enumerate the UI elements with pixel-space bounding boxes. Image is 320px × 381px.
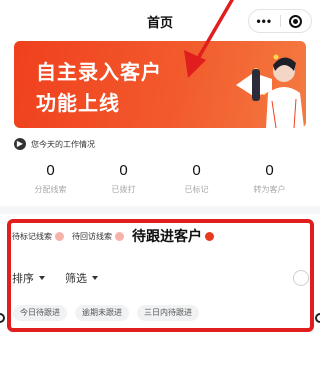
- sort-label: 排序: [12, 273, 34, 285]
- stat-label: 分配线索: [34, 185, 67, 194]
- megaphone-illustration: [236, 54, 304, 128]
- stat-value: 0: [265, 162, 274, 179]
- promo-banner[interactable]: 自主录入客户 功能上线: [14, 41, 306, 128]
- summary-icon: ▶: [14, 138, 26, 150]
- stat-dialed[interactable]: 0 已拨打: [87, 162, 160, 195]
- scroll-handle-left-icon[interactable]: [0, 313, 5, 323]
- work-summary-title: 您今天的工作情况: [31, 139, 95, 149]
- filter-label: 筛选: [65, 273, 87, 285]
- stat-value: 0: [46, 162, 55, 179]
- tab-label: 待标记线索: [12, 231, 52, 241]
- badge-dot-icon: [205, 231, 214, 241]
- stat-label: 转为客户: [253, 185, 286, 194]
- stat-marked[interactable]: 0 已标记: [160, 162, 233, 195]
- chip-overdue-follow-up[interactable]: 逾期未跟进: [75, 305, 129, 321]
- badge-dot-icon: [115, 231, 124, 241]
- stat-value: 0: [192, 162, 201, 179]
- tab-label-active: 待跟进客户: [132, 228, 202, 244]
- tab-pending-revisit-leads[interactable]: 待回访线索: [72, 231, 124, 242]
- sort-dropdown[interactable]: 排序: [12, 270, 45, 286]
- navigation-bar: 首页 •••: [0, 0, 320, 40]
- stats-row: 0 分配线索 0 已拨打 0 已标记 0 转为客户: [14, 162, 306, 195]
- lead-tabs: 待标记线索 待回访线索 待跟进客户: [12, 227, 222, 245]
- caret-down-icon: [39, 276, 45, 280]
- stat-label: 已标记: [184, 185, 209, 194]
- badge-dot-icon: [55, 231, 64, 241]
- more-options-icon[interactable]: •••: [249, 10, 280, 32]
- stat-converted[interactable]: 0 转为客户: [233, 162, 306, 195]
- follow-up-chips: 今日待跟进 逾期未跟进 三日内待跟进: [13, 305, 207, 321]
- work-summary-heading: ▶ 您今天的工作情况: [14, 138, 95, 150]
- caret-down-icon: [92, 276, 98, 280]
- stat-label: 已拨打: [111, 185, 136, 194]
- tab-label: 待回访线索: [72, 231, 112, 241]
- banner-subheadline: 功能上线: [36, 93, 120, 115]
- close-icon[interactable]: [281, 14, 312, 28]
- mini-program-capsule: •••: [248, 9, 312, 33]
- chip-today-follow-up[interactable]: 今日待跟进: [13, 305, 67, 321]
- filter-bar: 排序 筛选: [12, 270, 118, 286]
- scroll-handle-right-icon[interactable]: [315, 313, 320, 323]
- tab-pending-mark-leads[interactable]: 待标记线索: [12, 231, 64, 242]
- banner-headline: 自主录入客户: [36, 62, 162, 84]
- chip-three-days-follow-up[interactable]: 三日内待跟进: [137, 305, 199, 321]
- tab-pending-follow-customers[interactable]: 待跟进客户: [132, 226, 214, 246]
- section-divider: [0, 206, 320, 214]
- stat-value: 0: [119, 162, 128, 179]
- stat-assigned-leads[interactable]: 0 分配线索: [14, 162, 87, 195]
- filter-dropdown[interactable]: 筛选: [65, 270, 98, 286]
- search-icon[interactable]: [293, 270, 309, 286]
